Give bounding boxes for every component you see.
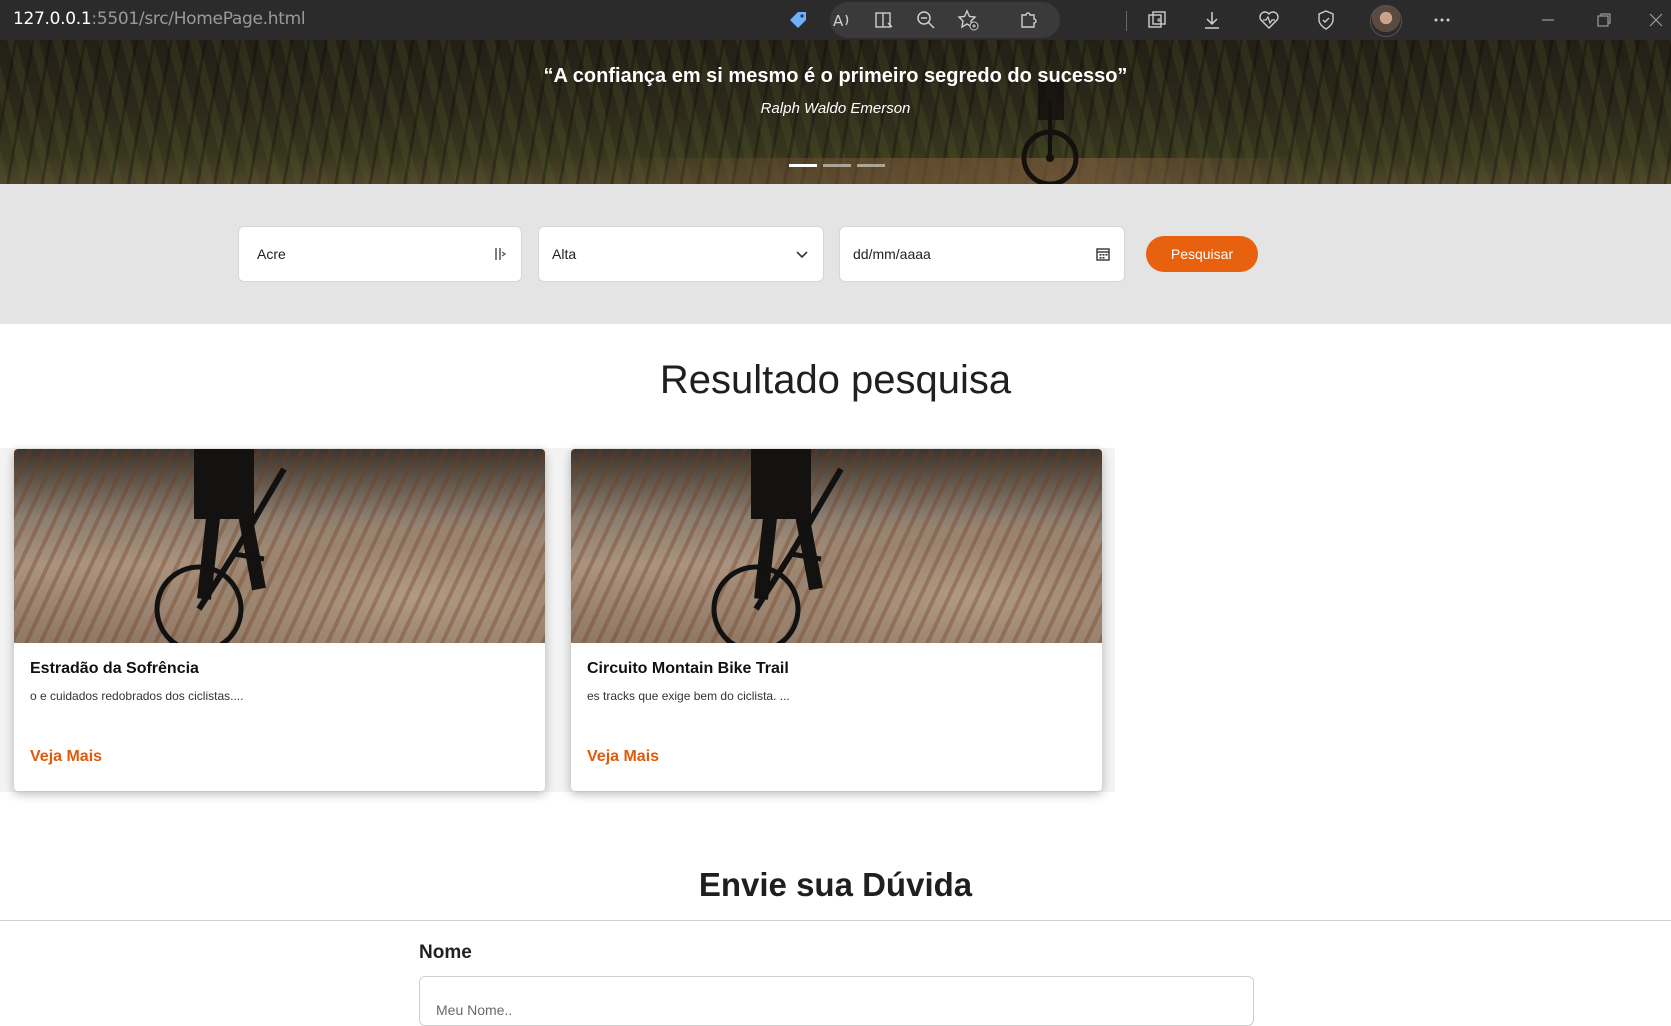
trail-card[interactable]: Estradão da Sofrência o e cuidados redob… — [14, 449, 545, 791]
card-image — [14, 449, 545, 643]
see-more-link[interactable]: Veja Mais — [30, 748, 102, 766]
name-field[interactable] — [419, 976, 1254, 1026]
card-title: Circuito Montain Bike Trail — [587, 660, 789, 677]
more-icon[interactable] — [1430, 8, 1454, 32]
date-placeholder: dd/mm/aaaa — [853, 246, 931, 262]
url-path: :5501/src/HomePage.html — [91, 9, 306, 29]
restore-icon[interactable] — [1592, 8, 1616, 32]
section-divider — [0, 920, 1671, 921]
see-more-link[interactable]: Veja Mais — [587, 748, 659, 766]
difficulty-value: Alta — [552, 246, 577, 262]
read-aloud-icon[interactable]: A — [830, 8, 854, 32]
favorite-add-icon[interactable] — [956, 8, 980, 32]
carousel-indicators — [789, 164, 885, 167]
name-label: Nome — [419, 942, 472, 963]
hero-carousel: “A confiança em si mesmo é o primeiro se… — [0, 40, 1671, 184]
datalist-icon[interactable] — [491, 245, 509, 263]
card-description: es tracks que exige bem do ciclista. ... — [587, 689, 790, 703]
card-title: Estradão da Sofrência — [30, 660, 199, 677]
zoom-out-icon[interactable] — [914, 8, 938, 32]
address-bar[interactable]: 127.0.0.1:5501/src/HomePage.html — [13, 9, 306, 29]
hero-quote: “A confiança em si mesmo é o primeiro se… — [543, 65, 1128, 87]
carousel-indicator-3[interactable] — [857, 164, 885, 167]
close-icon[interactable] — [1644, 8, 1668, 32]
card-image — [571, 449, 1102, 643]
search-bar: Acre Alta dd/mm/aaaa Pesquisar — [0, 184, 1671, 324]
svg-text:A: A — [833, 12, 844, 30]
tag-icon[interactable] — [786, 8, 810, 32]
reader-icon[interactable] — [872, 8, 896, 32]
toolbar-separator — [1126, 11, 1127, 31]
trail-card[interactable]: Circuito Montain Bike Trail es tracks qu… — [571, 449, 1102, 791]
minimize-icon[interactable] — [1536, 8, 1560, 32]
carousel-indicator-2[interactable] — [823, 164, 851, 167]
extensions-icon[interactable] — [1016, 8, 1040, 32]
card-description: o e cuidados redobrados dos ciclistas...… — [30, 689, 244, 703]
shield-icon[interactable] — [1314, 8, 1338, 32]
state-input[interactable]: Acre — [238, 226, 522, 282]
collections-icon[interactable] — [1145, 8, 1169, 32]
question-section-title: Envie sua Dúvida — [698, 866, 973, 903]
date-input[interactable]: dd/mm/aaaa — [839, 226, 1125, 282]
calendar-icon[interactable] — [1094, 245, 1112, 263]
browser-toolbar: 127.0.0.1:5501/src/HomePage.html A — [0, 0, 1671, 40]
chevron-down-icon — [793, 245, 811, 263]
difficulty-select[interactable]: Alta — [538, 226, 824, 282]
downloads-icon[interactable] — [1200, 8, 1224, 32]
search-button[interactable]: Pesquisar — [1146, 236, 1258, 272]
state-value: Acre — [257, 246, 286, 262]
url-host: 127.0.0.1 — [13, 9, 92, 29]
avatar[interactable] — [1370, 5, 1402, 37]
carousel-indicator-1[interactable] — [789, 164, 817, 167]
results-title: Resultado pesquisa — [659, 358, 1012, 402]
hero-author: Ralph Waldo Emerson — [760, 100, 911, 117]
health-icon[interactable] — [1257, 8, 1281, 32]
